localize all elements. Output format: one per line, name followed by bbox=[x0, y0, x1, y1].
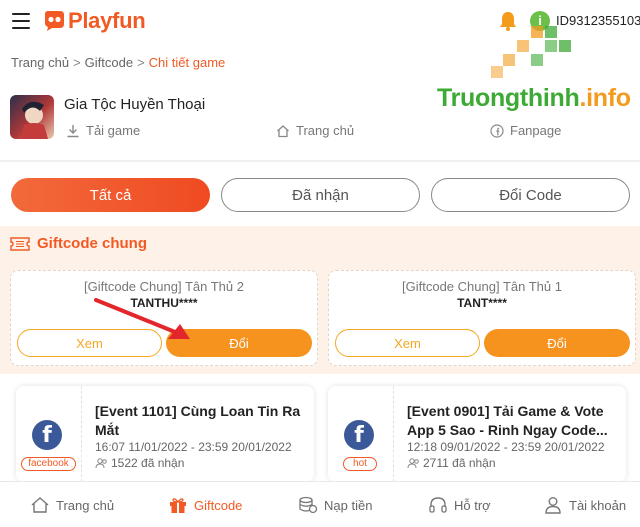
tab-received[interactable]: Đã nhận bbox=[221, 178, 420, 212]
tab-all[interactable]: Tất cả bbox=[11, 178, 210, 212]
giftcode-value: TANT**** bbox=[457, 296, 507, 310]
nav-giftcode-label: Giftcode bbox=[194, 497, 243, 513]
game-home-link[interactable]: Trang chủ bbox=[276, 123, 354, 138]
giftcode-name: [Giftcode Chung] Tân Thủ 2 bbox=[84, 279, 244, 294]
home-icon bbox=[277, 124, 289, 137]
facebook-icon: f bbox=[344, 420, 374, 450]
game-home-label: Trang chủ bbox=[296, 123, 355, 138]
game-links: Tải game Trang chủ Fanpage bbox=[64, 123, 634, 141]
redeem-button[interactable]: Đổi bbox=[484, 329, 630, 357]
bottom-nav: Trang chủ Giftcode Nạp tiền Hỗ trợ Tài k… bbox=[0, 481, 640, 527]
event-card[interactable]: f hot [Event 0901] Tải Game & Vote App 5… bbox=[328, 386, 626, 482]
breadcrumb-giftcode[interactable]: Giftcode bbox=[85, 55, 133, 70]
event-date: 12:18 09/01/2022 - 23:59 20/01/2022 bbox=[407, 440, 605, 454]
facebook-icon: f bbox=[32, 420, 62, 450]
breadcrumb-separator: > bbox=[73, 55, 81, 70]
nav-topup[interactable]: Nạp tiền bbox=[298, 482, 372, 527]
playfun-logo-icon bbox=[45, 11, 64, 31]
giftcode-section-header: Giftcode chung bbox=[0, 226, 640, 262]
divider bbox=[0, 160, 640, 162]
game-thumbnail[interactable] bbox=[10, 95, 54, 139]
brand-name: Playfun bbox=[68, 8, 146, 33]
users-icon bbox=[95, 457, 107, 468]
event-claimed-count: 2711 đã nhận bbox=[423, 456, 496, 470]
playfun-logo[interactable]: Playfun bbox=[42, 8, 146, 34]
event-title: [Event 1101] Cùng Loan Tin Ra Mắt bbox=[95, 403, 301, 438]
red-arrow-annotation bbox=[94, 298, 190, 339]
breadcrumb-home[interactable]: Trang chủ bbox=[11, 55, 69, 70]
event-icon-area: f hot bbox=[328, 386, 394, 482]
download-game-link[interactable]: Tải game bbox=[66, 123, 140, 138]
user-icon bbox=[545, 497, 561, 514]
watermark-squares bbox=[491, 26, 571, 78]
event-tag: facebook bbox=[21, 457, 76, 471]
home-icon bbox=[31, 497, 49, 513]
event-claimed: 2711 đã nhận bbox=[407, 456, 496, 470]
facebook-icon bbox=[490, 123, 504, 138]
breadcrumb: Trang chủ > Giftcode > Chi tiết game bbox=[11, 55, 225, 70]
tab-exchange-code[interactable]: Đổi Code bbox=[431, 178, 630, 212]
event-tag: hot bbox=[343, 457, 377, 471]
event-card[interactable]: f facebook [Event 1101] Cùng Loan Tin Ra… bbox=[16, 386, 314, 482]
users-icon bbox=[407, 457, 419, 468]
coins-icon bbox=[299, 496, 318, 514]
nav-account-label: Tài khoản bbox=[569, 497, 627, 513]
fanpage-label: Fanpage bbox=[510, 123, 562, 138]
download-game-label: Tải game bbox=[86, 123, 141, 138]
game-title: Gia Tộc Huyền Thoại bbox=[64, 96, 206, 113]
nav-support[interactable]: Hỗ trợ bbox=[428, 482, 491, 527]
nav-account[interactable]: Tài khoản bbox=[543, 482, 626, 527]
section-title: Giftcode chung bbox=[37, 235, 147, 252]
nav-giftcode[interactable]: Giftcode bbox=[168, 482, 242, 527]
gift-icon bbox=[170, 498, 186, 513]
watermark-text: Truongthinh.info bbox=[437, 84, 631, 113]
watermark-suffix: .info bbox=[579, 84, 632, 112]
event-claimed-count: 1522 đã nhận bbox=[111, 456, 185, 470]
breadcrumb-current: Chi tiết game bbox=[148, 55, 226, 70]
download-icon bbox=[67, 124, 79, 137]
ticket-icon bbox=[10, 237, 30, 251]
watermark-main: Truongthinh bbox=[437, 84, 580, 112]
event-title: [Event 0901] Tải Game & Vote App 5 Sao -… bbox=[407, 403, 608, 438]
nav-topup-label: Nạp tiền bbox=[324, 497, 373, 513]
event-date: 16:07 11/01/2022 - 23:59 20/01/2022 bbox=[95, 440, 292, 454]
event-icon-area: f facebook bbox=[16, 386, 82, 482]
menu-icon[interactable] bbox=[12, 13, 30, 30]
nav-home[interactable]: Trang chủ bbox=[30, 482, 114, 527]
event-claimed: 1522 đã nhận bbox=[95, 456, 184, 470]
giftcode-name: [Giftcode Chung] Tân Thủ 1 bbox=[402, 279, 562, 294]
headset-icon bbox=[429, 497, 447, 513]
breadcrumb-separator: > bbox=[137, 55, 145, 70]
nav-support-label: Hỗ trợ bbox=[454, 497, 491, 513]
view-button[interactable]: Xem bbox=[335, 329, 480, 357]
nav-home-label: Trang chủ bbox=[56, 497, 115, 513]
fanpage-link[interactable]: Fanpage bbox=[490, 123, 561, 138]
giftcode-card: [Giftcode Chung] Tân Thủ 1 TANT**** Xem … bbox=[328, 270, 636, 366]
